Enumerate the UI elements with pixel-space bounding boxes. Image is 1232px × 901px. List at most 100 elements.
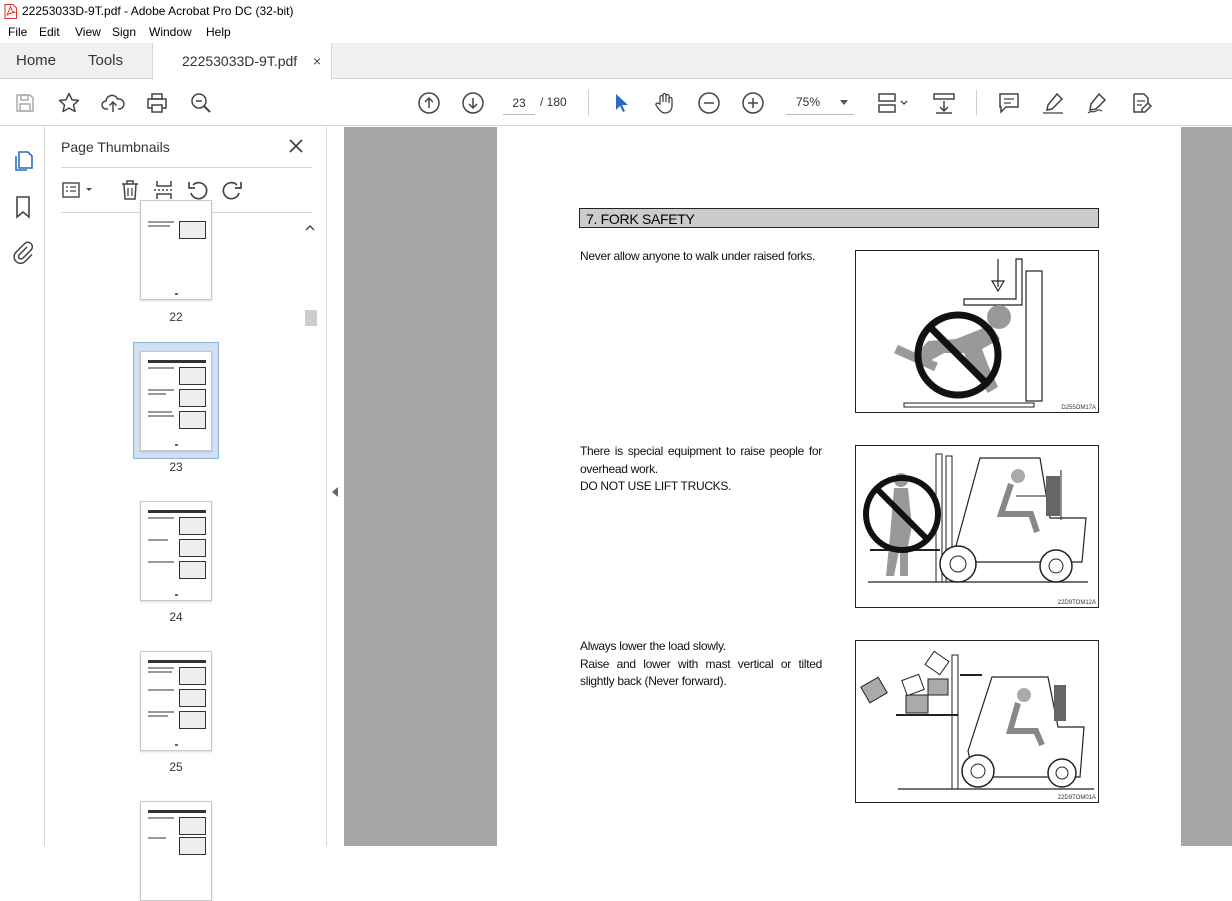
thumbnail-page[interactable]: [140, 200, 212, 300]
text-line: There is special equipment to raise peop…: [580, 444, 822, 458]
sign-icon[interactable]: [1085, 91, 1109, 115]
close-tab-icon[interactable]: ×: [313, 43, 321, 79]
paragraph: Never allow anyone to walk under raised …: [580, 248, 822, 266]
menu-bar: File Edit View Sign Window Help: [0, 23, 1232, 43]
forklift-person-illustration: [863, 453, 1088, 583]
thumbnail-figure: [179, 667, 206, 685]
thumbnail-label: 22: [169, 310, 183, 324]
zoom-select[interactable]: 75%: [786, 91, 854, 115]
scroll-up-icon[interactable]: [305, 224, 315, 232]
forklift-mast-illustration: [894, 258, 1043, 408]
page-thumbnails-icon[interactable]: [11, 149, 35, 173]
select-cursor-icon[interactable]: [609, 91, 633, 115]
thumbnails-panel: Page Thumbnails 22 23 24 25: [45, 127, 326, 901]
main-toolbar: / 180 75%: [0, 80, 1232, 126]
bookmark-icon[interactable]: [11, 195, 35, 219]
scrollbar-thumb[interactable]: [305, 310, 317, 326]
page-display-icon[interactable]: [876, 91, 910, 115]
figure-code: 22D9TOM01A: [1057, 795, 1096, 801]
page-up-icon[interactable]: [417, 91, 441, 115]
highlight-icon[interactable]: [1041, 91, 1065, 115]
tab-bar: Home Tools 22253033D-9T.pdf ×: [0, 43, 1232, 80]
page-number-input[interactable]: [503, 91, 535, 115]
figure-no-walking-under-forks: D255OM17A: [855, 250, 1099, 413]
page-count: / 180: [540, 95, 567, 109]
thumbnail-figure: [179, 411, 206, 429]
rotate-right-icon[interactable]: [220, 178, 244, 202]
text-line: Always lower the load slowly.: [580, 639, 726, 653]
save-icon[interactable]: [13, 91, 37, 115]
title-bar: 22253033D-9T.pdf - Adobe Acrobat Pro DC …: [0, 0, 1232, 23]
rotate-left-icon[interactable]: [186, 178, 210, 202]
document-viewport[interactable]: 7. FORK SAFETY Never allow anyone to wal…: [344, 127, 1232, 846]
thumbnail-figure: [179, 517, 206, 535]
figure-no-lifting-people: 22D9TOM12A: [855, 445, 1099, 608]
tab-home[interactable]: Home: [16, 43, 56, 79]
panel-title: Page Thumbnails: [61, 139, 170, 155]
scroll-mode-icon[interactable]: [932, 91, 956, 115]
collapse-arrow-icon: [332, 487, 338, 497]
section-title: 7. FORK SAFETY: [586, 211, 695, 227]
menu-view[interactable]: View: [75, 25, 101, 39]
zoom-out-icon[interactable]: [697, 91, 721, 115]
star-icon[interactable]: [57, 91, 81, 115]
text-line: Raise and lower with mast vertical or ti…: [580, 656, 822, 671]
menu-edit[interactable]: Edit: [39, 25, 60, 39]
text-line: Never allow anyone to walk under raised …: [580, 249, 815, 263]
thumbnail-figure: [179, 561, 206, 579]
delete-page-icon[interactable]: [118, 178, 142, 202]
toolbar-divider: [588, 90, 589, 116]
print-icon[interactable]: [145, 91, 169, 115]
tab-tools[interactable]: Tools: [88, 43, 123, 79]
menu-window[interactable]: Window: [149, 25, 192, 39]
left-rail: [0, 127, 45, 846]
page-down-icon[interactable]: [461, 91, 485, 115]
thumbnail-page[interactable]: [140, 651, 212, 751]
attachment-icon[interactable]: [11, 240, 35, 264]
zoom-in-icon[interactable]: [741, 91, 765, 115]
menu-help[interactable]: Help: [206, 25, 231, 39]
pdf-file-icon: [4, 4, 17, 19]
thumbnail-figure: [179, 837, 206, 855]
document-tab-label: 22253033D-9T.pdf: [182, 53, 298, 69]
thumbnail-label: 25: [169, 760, 183, 774]
paragraph: There is special equipment to raise peop…: [580, 443, 822, 496]
text-line: DO NOT USE LIFT TRUCKS.: [580, 479, 732, 493]
search-zoom-icon[interactable]: [189, 91, 213, 115]
thumbnail-figure: [179, 367, 206, 385]
thumbnail-scrollbar[interactable]: [303, 220, 317, 846]
zoom-value: 75%: [796, 95, 821, 109]
panel-collapse-handle[interactable]: [326, 127, 344, 846]
thumbnail-page[interactable]: [140, 501, 212, 601]
edit-pdf-icon[interactable]: [1129, 91, 1153, 115]
hand-icon[interactable]: [653, 91, 677, 115]
paragraph: Always lower the load slowly. Raise and …: [580, 638, 822, 691]
upload-icon[interactable]: [101, 91, 125, 115]
thumbnail-figure: [179, 539, 206, 557]
thumbnail-page-selected[interactable]: [140, 351, 212, 451]
window-title: 22253033D-9T.pdf - Adobe Acrobat Pro DC …: [22, 4, 294, 18]
thumbnail-label: 23: [169, 460, 183, 474]
pdf-page: 7. FORK SAFETY Never allow anyone to wal…: [497, 127, 1181, 846]
text-line: overhead work.: [580, 461, 658, 476]
figure-code: 22D9TOM12A: [1057, 600, 1096, 606]
menu-file[interactable]: File: [8, 25, 27, 39]
text-line: slightly back (Never forward).: [580, 674, 727, 688]
extract-page-icon[interactable]: [152, 178, 176, 202]
thumbnail-figure: [179, 817, 206, 835]
menu-sign[interactable]: Sign: [112, 25, 136, 39]
thumbnail-page[interactable]: [140, 801, 212, 901]
panel-divider: [61, 167, 312, 168]
close-icon[interactable]: [287, 137, 305, 155]
figure-lower-load-slowly: 22D9TOM01A: [855, 640, 1099, 803]
thumbnail-figure: [179, 221, 206, 239]
forklift-load-illustration: [860, 650, 1094, 790]
thumbnail-figure: [179, 711, 206, 729]
thumbnail-options-icon[interactable]: [61, 178, 95, 202]
thumbnail-figure: [179, 689, 206, 707]
section-header: 7. FORK SAFETY: [579, 208, 1099, 228]
comment-icon[interactable]: [997, 91, 1021, 115]
figure-code: D255OM17A: [1061, 405, 1096, 411]
toolbar-divider: [976, 90, 977, 116]
tab-document[interactable]: 22253033D-9T.pdf ×: [152, 43, 332, 80]
